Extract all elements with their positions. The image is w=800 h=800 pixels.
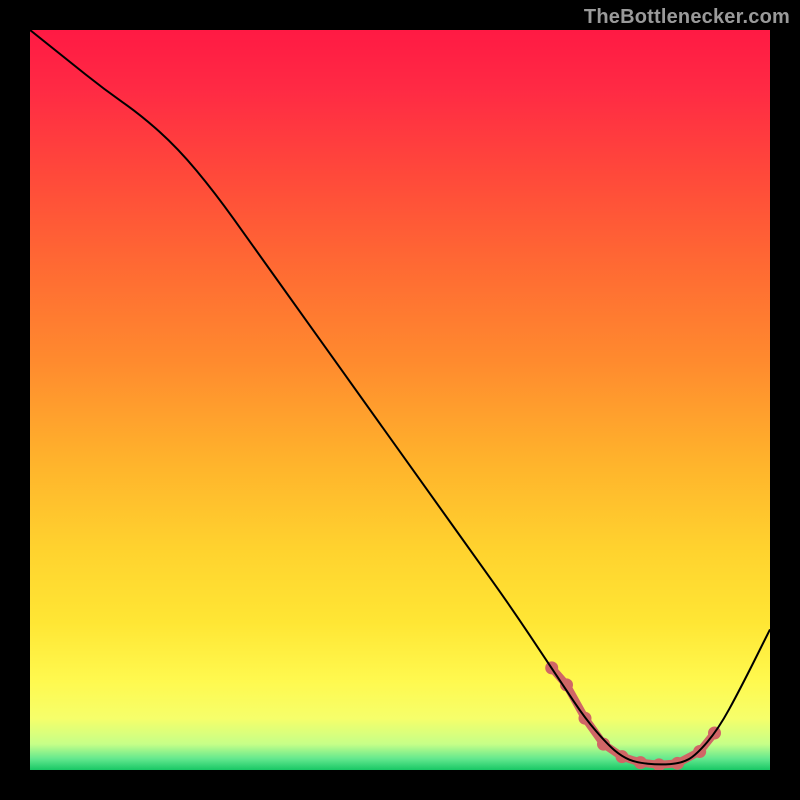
gradient-background xyxy=(30,30,770,770)
chart-plot-area xyxy=(30,30,770,770)
bottleneck-chart xyxy=(30,30,770,770)
chart-stage: TheBottlenecker.com xyxy=(0,0,800,800)
watermark-text: TheBottlenecker.com xyxy=(584,6,790,29)
